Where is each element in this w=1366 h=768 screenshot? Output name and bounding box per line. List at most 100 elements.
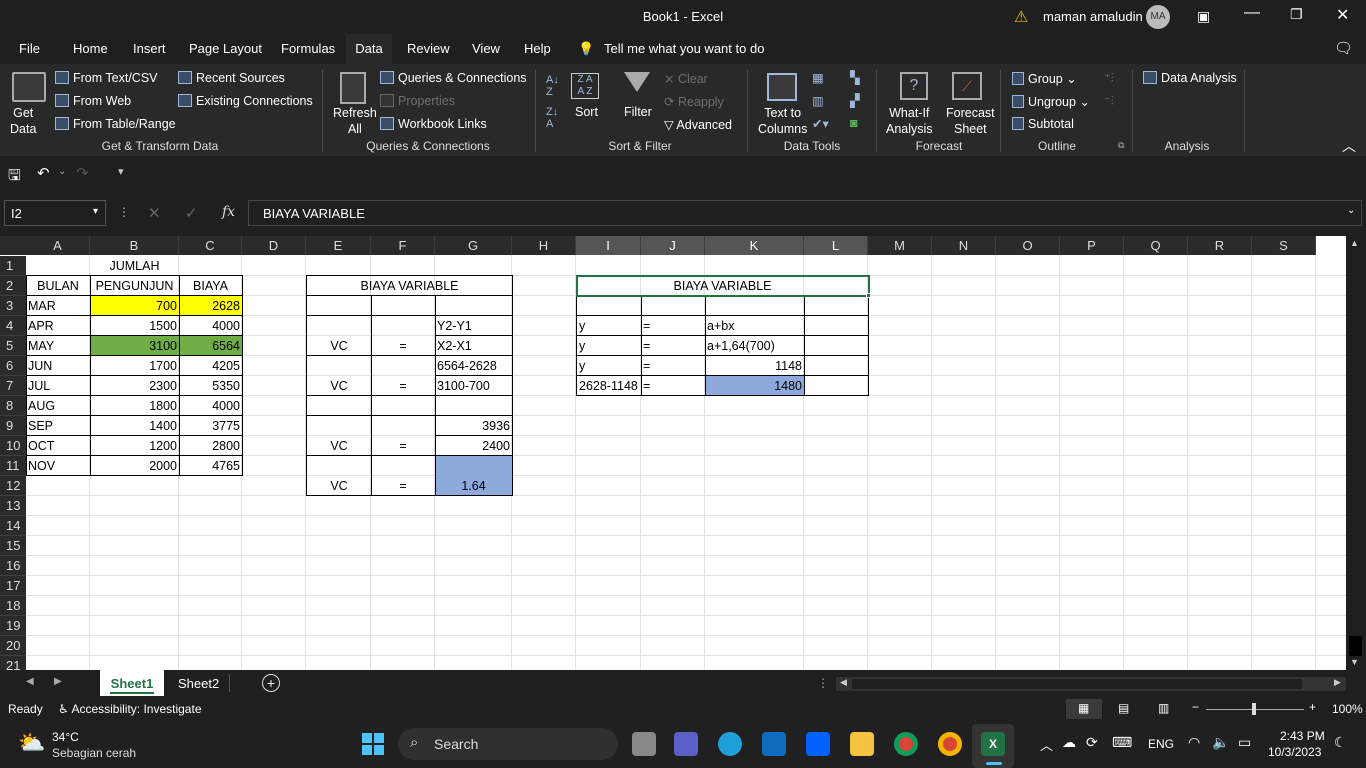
tab-page-layout[interactable]: Page Layout bbox=[189, 34, 262, 64]
dropbox-icon[interactable] bbox=[806, 732, 830, 756]
tab-home[interactable]: Home bbox=[73, 34, 108, 64]
scroll-up-icon[interactable]: ▲ bbox=[1350, 238, 1359, 248]
zoom-in-icon[interactable]: + bbox=[1309, 700, 1316, 714]
tell-me-search[interactable]: Tell me what you want to do bbox=[604, 34, 764, 64]
cell-c10[interactable]: 2800 bbox=[179, 436, 242, 456]
name-box-dropdown-icon[interactable]: ▾ bbox=[93, 206, 98, 217]
warning-icon[interactable]: ⚠ bbox=[1014, 7, 1032, 26]
cell-g9[interactable]: 3936 bbox=[435, 416, 512, 436]
column-header-d[interactable]: D bbox=[242, 236, 306, 255]
cell-c9[interactable]: 3775 bbox=[179, 416, 242, 436]
properties-button[interactable]: Properties bbox=[380, 94, 455, 108]
scroll-thumb[interactable] bbox=[1349, 636, 1362, 656]
recent-sources-button[interactable]: Recent Sources bbox=[178, 71, 285, 85]
workbook-links-button[interactable]: Workbook Links bbox=[380, 117, 487, 131]
flash-fill-icon[interactable]: ▦ bbox=[812, 70, 824, 85]
row-header-16[interactable]: 16 bbox=[0, 556, 26, 576]
cell-a6[interactable]: JUN bbox=[26, 356, 90, 376]
row-header-13[interactable]: 13 bbox=[0, 496, 26, 516]
mail-icon[interactable] bbox=[762, 732, 786, 756]
row-header-20[interactable]: 20 bbox=[0, 636, 26, 656]
cell-b1[interactable]: JUMLAH bbox=[90, 256, 179, 276]
name-box[interactable]: I2 ▾ bbox=[4, 200, 106, 226]
undo-icon[interactable]: ↶ bbox=[37, 164, 50, 182]
data-validation-icon[interactable]: ✔▾ bbox=[812, 116, 829, 131]
scroll-right-icon[interactable]: ▶ bbox=[1334, 677, 1341, 688]
enter-formula-icon[interactable]: ✓ bbox=[185, 204, 198, 222]
column-header-m[interactable]: M bbox=[868, 236, 932, 255]
edge-icon[interactable] bbox=[718, 732, 742, 756]
page-layout-view-icon[interactable]: ▤ bbox=[1118, 701, 1129, 715]
existing-connections-button[interactable]: Existing Connections bbox=[178, 94, 313, 108]
text-to-columns-button[interactable]: Text to Columns bbox=[758, 105, 807, 137]
cell-g12[interactable]: 1.64 bbox=[435, 476, 512, 496]
cell-g7[interactable]: 3100-700 bbox=[435, 376, 512, 396]
cell-b3[interactable]: 700 bbox=[90, 296, 179, 316]
relationships-icon[interactable]: ▞ bbox=[850, 93, 860, 108]
spreadsheet-grid[interactable]: ABCDEFGHIJKLMNOPQRS 1 2 3 4 5 6 7 8 9 10 11 12 13 14 1… bbox=[0, 236, 1366, 670]
clear-button[interactable]: ⨯ Clear bbox=[664, 71, 708, 86]
column-header-r[interactable]: R bbox=[1188, 236, 1252, 255]
cell-g5[interactable]: X2-X1 bbox=[435, 336, 512, 356]
cell-a9[interactable]: SEP bbox=[26, 416, 90, 436]
reapply-button[interactable]: ⟳ Reapply bbox=[664, 94, 724, 109]
collapse-ribbon-icon[interactable]: ︿ bbox=[1342, 136, 1356, 156]
cell-c4[interactable]: 4000 bbox=[179, 316, 242, 336]
restore-button[interactable]: ❐ bbox=[1290, 6, 1303, 23]
taskbar-search[interactable]: ⌕ Search bbox=[398, 728, 618, 760]
column-header-e[interactable]: E bbox=[306, 236, 371, 255]
redo-icon[interactable]: ↷ bbox=[76, 164, 89, 182]
wifi-icon[interactable]: ◠ bbox=[1188, 734, 1200, 751]
cell-b2[interactable]: PENGUNJUN bbox=[90, 276, 179, 296]
notifications-icon[interactable]: ☾ bbox=[1334, 734, 1347, 751]
cell-c5[interactable]: 6564 bbox=[179, 336, 242, 356]
zoom-slider-thumb[interactable] bbox=[1252, 703, 1256, 715]
tab-sheet2[interactable]: Sheet2 bbox=[178, 676, 219, 691]
row-header-18[interactable]: 18 bbox=[0, 596, 26, 616]
cell-k4[interactable]: a+bx bbox=[705, 316, 804, 336]
cell-b9[interactable]: 1400 bbox=[90, 416, 179, 436]
column-header-a[interactable]: A bbox=[26, 236, 90, 255]
battery-icon[interactable]: ▭ bbox=[1238, 734, 1251, 751]
ribbon-display-icon[interactable]: ▣ bbox=[1197, 8, 1210, 25]
cell-f10[interactable]: = bbox=[371, 436, 435, 456]
row-header-6[interactable]: 6 bbox=[0, 356, 26, 376]
sort-az-icon[interactable]: A↓ Z bbox=[546, 74, 559, 98]
cell-a8[interactable]: AUG bbox=[26, 396, 90, 416]
next-sheet-icon[interactable]: ▶ bbox=[54, 676, 62, 687]
prev-sheet-icon[interactable]: ◀ bbox=[26, 676, 34, 687]
cell-b11[interactable]: 2000 bbox=[90, 456, 179, 476]
advanced-button[interactable]: ▽ Advanced bbox=[664, 117, 732, 132]
cell-k6[interactable]: 1148 bbox=[705, 356, 804, 376]
select-all-corner[interactable] bbox=[0, 236, 26, 255]
cell-a3[interactable]: MAR bbox=[26, 296, 90, 316]
cell-k7[interactable]: 1480 bbox=[705, 376, 804, 396]
row-header-8[interactable]: 8 bbox=[0, 396, 26, 416]
expand-formula-icon[interactable]: ⌄ bbox=[1347, 205, 1355, 216]
cell-f5[interactable]: = bbox=[371, 336, 435, 356]
cell-a7[interactable]: JUL bbox=[26, 376, 90, 396]
cell-i5[interactable]: y bbox=[577, 336, 641, 356]
cell-b6[interactable]: 1700 bbox=[90, 356, 179, 376]
cell-c11[interactable]: 4765 bbox=[179, 456, 242, 476]
close-button[interactable]: ✕ bbox=[1336, 5, 1349, 25]
from-text-button[interactable]: From Text/CSV bbox=[55, 71, 158, 85]
cell-j5[interactable]: = bbox=[641, 336, 705, 356]
tab-file[interactable]: File bbox=[19, 34, 40, 64]
undo-dropdown-icon[interactable]: ⌄ bbox=[58, 166, 66, 177]
column-header-b[interactable]: B bbox=[90, 236, 179, 255]
zoom-level[interactable]: 100% bbox=[1332, 702, 1363, 716]
column-header-n[interactable]: N bbox=[932, 236, 996, 255]
cell-c8[interactable]: 4000 bbox=[179, 396, 242, 416]
cell-k5[interactable]: a+1,64(700) bbox=[705, 336, 804, 356]
row-header-10[interactable]: 10 bbox=[0, 436, 26, 456]
accessibility-status[interactable]: ♿ Accessibility: Investigate bbox=[58, 702, 202, 716]
cell-e7[interactable]: VC bbox=[307, 376, 371, 396]
cell-j6[interactable]: = bbox=[641, 356, 705, 376]
weather-icon[interactable]: ⛅ bbox=[18, 730, 45, 756]
language-indicator[interactable]: ENG bbox=[1148, 737, 1174, 751]
cell-b4[interactable]: 1500 bbox=[90, 316, 179, 336]
remove-duplicates-icon[interactable]: ▥ bbox=[812, 93, 824, 108]
customize-qat-icon[interactable]: ▾ bbox=[118, 165, 124, 178]
page-break-view-icon[interactable]: ▥ bbox=[1158, 701, 1169, 715]
